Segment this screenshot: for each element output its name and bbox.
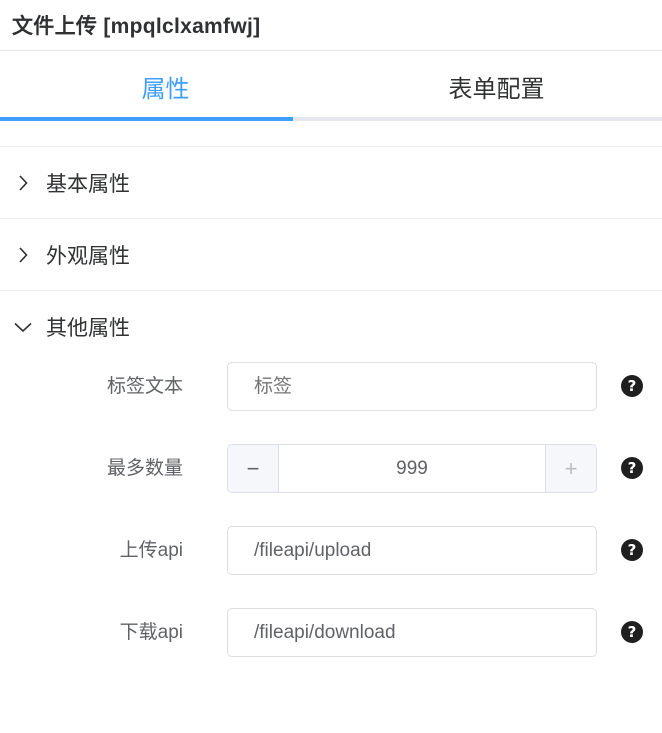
tab-form-config[interactable]: 表单配置 (331, 51, 662, 121)
decrement-button[interactable]: − (228, 445, 279, 492)
upload-api-label: 上传api (119, 540, 183, 561)
increment-button[interactable]: + (545, 445, 596, 492)
property-collapse: 基本属性 外观属性 其他属性 标签文本 ? 最多数量 (0, 146, 662, 690)
form-row-upload-api: 上传api /fileapi/upload ? (0, 526, 662, 608)
section-appearance-title: 外观属性 (46, 244, 130, 268)
section-appearance-header[interactable]: 外观属性 (0, 219, 662, 290)
label-text-input[interactable] (227, 362, 597, 411)
tabs: 属性 表单配置 (0, 51, 662, 121)
form-row-download-api: 下载api /fileapi/download ? (0, 608, 662, 690)
label-text-label: 标签文本 (106, 376, 183, 397)
section-appearance: 外观属性 (0, 219, 662, 291)
help-icon[interactable]: ? (621, 375, 643, 397)
chevron-down-icon (14, 318, 32, 336)
section-basic: 基本属性 (0, 147, 662, 219)
page-title: 文件上传 [mpqlclxamfwj] (12, 15, 261, 38)
tabs-active-bar (0, 117, 293, 121)
max-count-stepper: − 999 + (227, 444, 597, 493)
chevron-right-icon (14, 174, 32, 192)
form-row-label-text: 标签文本 ? (0, 362, 662, 444)
panel-header: 文件上传 [mpqlclxamfwj] (0, 0, 662, 51)
section-other-title: 其他属性 (46, 316, 130, 340)
chevron-right-icon (14, 246, 32, 264)
download-api-label: 下载api (119, 622, 183, 643)
form-row-max-count: 最多数量 − 999 + ? (0, 444, 662, 526)
download-api-input[interactable]: /fileapi/download (227, 608, 597, 657)
upload-api-value: /fileapi/upload (254, 539, 372, 561)
upload-api-input[interactable]: /fileapi/upload (227, 526, 597, 575)
max-count-label: 最多数量 (106, 458, 183, 479)
help-icon[interactable]: ? (621, 457, 643, 479)
help-icon[interactable]: ? (621, 621, 643, 643)
section-other-header[interactable]: 其他属性 (0, 291, 662, 362)
section-basic-title: 基本属性 (46, 172, 130, 196)
section-other: 其他属性 标签文本 ? 最多数量 − 999 + ? 上传api /fi (0, 291, 662, 690)
download-api-value: /fileapi/download (254, 621, 396, 643)
max-count-value[interactable]: 999 (279, 445, 545, 492)
help-icon[interactable]: ? (621, 539, 643, 561)
other-properties-form: 标签文本 ? 最多数量 − 999 + ? 上传api /fileapi/upl… (0, 362, 662, 690)
tab-properties[interactable]: 属性 (0, 51, 331, 121)
section-basic-header[interactable]: 基本属性 (0, 147, 662, 218)
